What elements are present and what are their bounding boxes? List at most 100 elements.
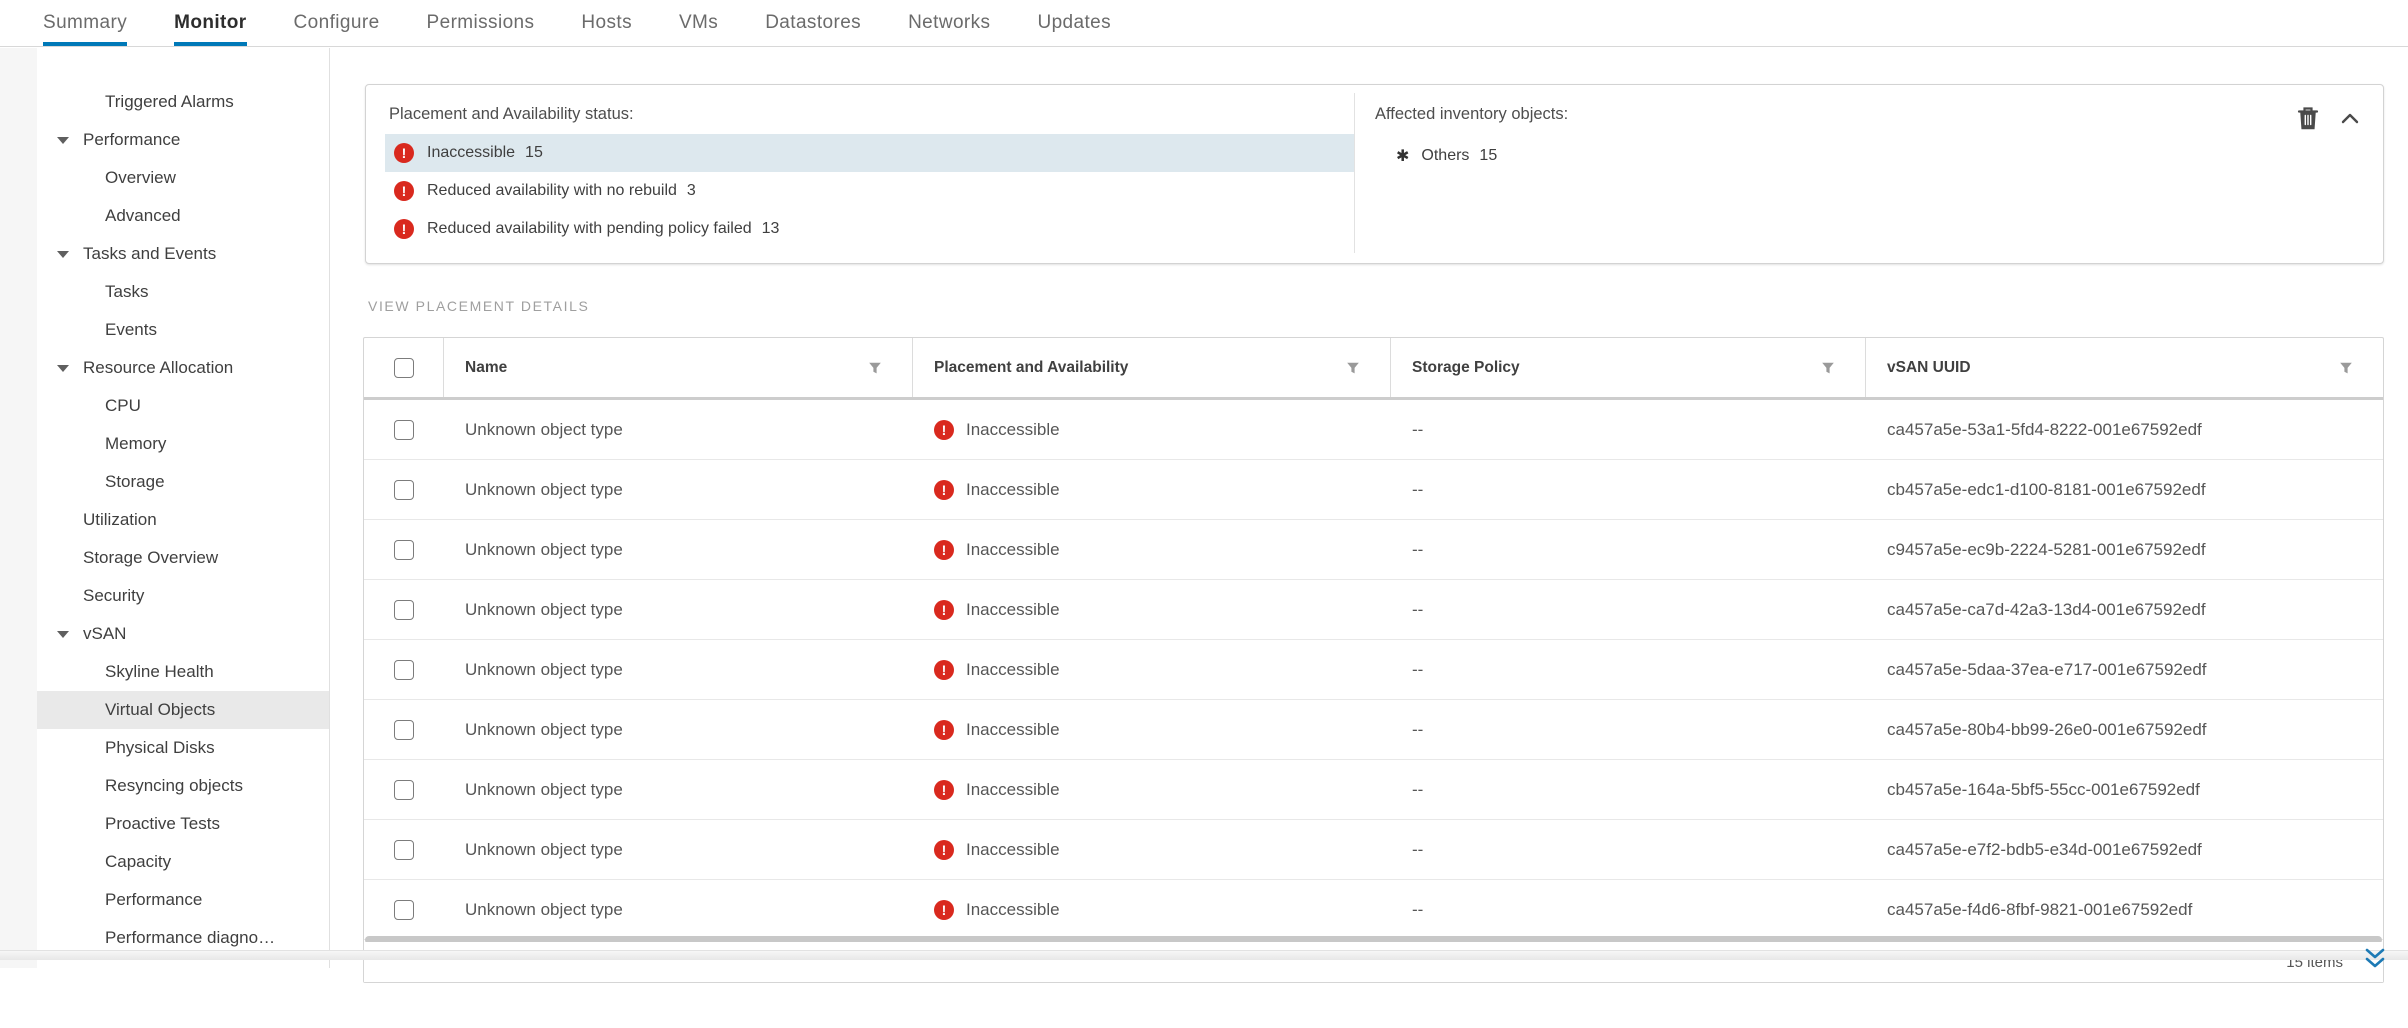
sidebar-item-triggered-alarms[interactable]: Triggered Alarms (37, 83, 329, 121)
table-row[interactable]: Unknown object type!Inaccessible--ca457a… (364, 880, 2383, 940)
cell-placement-availability: ! Inaccessible (913, 400, 1391, 459)
sidebar-item-skyline-health[interactable]: Skyline Health (37, 653, 329, 691)
table-row[interactable]: Unknown object type!Inaccessible--ca457a… (364, 700, 2383, 760)
sidebar-item-security[interactable]: Security (37, 577, 329, 615)
column-header-placement-and-availability: Placement and Availability (913, 338, 1391, 397)
funnel-icon (2339, 361, 2353, 375)
row-checkbox[interactable] (394, 600, 414, 620)
sidebar-item-tasks-and-events[interactable]: Tasks and Events (37, 235, 329, 273)
table-row[interactable]: Unknown object type!Inaccessible--cb457a… (364, 760, 2383, 820)
cell-storage-policy: -- (1391, 460, 1866, 519)
cell-storage-policy: -- (1391, 760, 1866, 819)
cell-vsan-uuid: ca457a5e-ca7d-42a3-13d4-001e67592edf (1866, 580, 2383, 639)
sidebar-item-label: Events (105, 320, 157, 339)
tab-summary[interactable]: Summary (43, 0, 127, 46)
tab-vms[interactable]: VMs (679, 0, 718, 46)
error-icon: ! (934, 540, 954, 560)
row-checkbox[interactable] (394, 480, 414, 500)
select-all-checkbox[interactable] (394, 358, 414, 378)
cell-vsan-uuid: cb457a5e-164a-5bf5-55cc-001e67592edf (1866, 760, 2383, 819)
sidebar-item-capacity[interactable]: Capacity (37, 843, 329, 881)
funnel-icon (1346, 361, 1360, 375)
sidebar-item-label: Storage (105, 472, 165, 491)
sidebar-item-storage[interactable]: Storage (37, 463, 329, 501)
sidebar-gutter (0, 48, 37, 968)
sidebar-item-label: Skyline Health (105, 662, 214, 681)
row-checkbox[interactable] (394, 420, 414, 440)
sidebar-item-performance[interactable]: Performance (37, 881, 329, 919)
tab-hosts[interactable]: Hosts (581, 0, 632, 46)
collapse-panel-button[interactable] (2339, 111, 2361, 127)
error-icon: ! (934, 900, 954, 920)
sidebar-item-events[interactable]: Events (37, 311, 329, 349)
row-checkbox[interactable] (394, 840, 414, 860)
status-row-inaccessible[interactable]: !Inaccessible15 (385, 134, 1354, 172)
sidebar-item-virtual-objects[interactable]: Virtual Objects (37, 691, 329, 729)
error-icon: ! (934, 780, 954, 800)
status-row-reduced-availability-with-pending-policy-failed[interactable]: !Reduced availability with pending polic… (385, 210, 1354, 248)
sidebar-item-overview[interactable]: Overview (37, 159, 329, 197)
panel-divider (1354, 93, 1355, 253)
sidebar-item-label: vSAN (83, 624, 126, 643)
sidebar-item-label: Performance (105, 890, 202, 909)
sidebar-item-label: Storage Overview (83, 548, 218, 567)
caret-down-icon[interactable] (57, 365, 69, 372)
filter-button[interactable] (1821, 361, 1835, 375)
expand-panel-button[interactable] (2362, 946, 2388, 974)
filter-button[interactable] (2339, 361, 2353, 375)
sidebar-item-resyncing-objects[interactable]: Resyncing objects (37, 767, 329, 805)
row-checkbox[interactable] (394, 660, 414, 680)
sidebar-item-memory[interactable]: Memory (37, 425, 329, 463)
tab-datastores[interactable]: Datastores (765, 0, 861, 46)
caret-down-icon[interactable] (57, 631, 69, 638)
filter-button[interactable] (868, 361, 882, 375)
status-text: Inaccessible (966, 840, 1060, 860)
cell-vsan-uuid: ca457a5e-53a1-5fd4-8222-001e67592edf (1866, 400, 2383, 459)
sidebar-item-resource-allocation[interactable]: Resource Allocation (37, 349, 329, 387)
sidebar-item-utilization[interactable]: Utilization (37, 501, 329, 539)
sidebar-item-label: Proactive Tests (105, 814, 220, 833)
sidebar-item-label: Utilization (83, 510, 157, 529)
sidebar-item-performance[interactable]: Performance (37, 121, 329, 159)
status-row-reduced-availability-with-no-rebuild[interactable]: !Reduced availability with no rebuild3 (385, 172, 1354, 210)
affected-label: Others (1421, 147, 1469, 165)
bottom-divider (0, 950, 2408, 960)
cell-placement-availability: !Inaccessible (913, 700, 1391, 759)
row-checkbox[interactable] (394, 720, 414, 740)
error-icon: ! (934, 480, 954, 500)
row-checkbox[interactable] (394, 780, 414, 800)
sidebar-item-storage-overview[interactable]: Storage Overview (37, 539, 329, 577)
cell-name: Unknown object type (444, 400, 913, 459)
sidebar-item-vsan[interactable]: vSAN (37, 615, 329, 653)
sidebar-item-label: Tasks and Events (83, 244, 216, 263)
column-header-label: Name (465, 359, 868, 377)
table-row[interactable]: Unknown object type!Inaccessible--ca457a… (364, 580, 2383, 640)
filter-button[interactable] (1346, 361, 1360, 375)
row-checkbox[interactable] (394, 540, 414, 560)
tab-monitor[interactable]: Monitor (174, 0, 246, 46)
table-row[interactable]: Unknown object type!Inaccessible--ca457a… (364, 640, 2383, 700)
tab-networks[interactable]: Networks (908, 0, 990, 46)
row-checkbox[interactable] (394, 900, 414, 920)
sidebar-item-advanced[interactable]: Advanced (37, 197, 329, 235)
delete-button[interactable] (2295, 105, 2321, 133)
asterisk-icon: ✱ (1396, 146, 1409, 166)
tab-permissions[interactable]: Permissions (427, 0, 535, 46)
caret-down-icon[interactable] (57, 137, 69, 144)
tab-configure[interactable]: Configure (294, 0, 380, 46)
cell-placement-availability: !Inaccessible (913, 640, 1391, 699)
sidebar-item-proactive-tests[interactable]: Proactive Tests (37, 805, 329, 843)
sidebar-item-label: Advanced (105, 206, 181, 225)
sidebar-item-cpu[interactable]: CPU (37, 387, 329, 425)
status-text: Inaccessible (966, 420, 1060, 440)
table-row[interactable]: Unknown object type!Inaccessible--c9457a… (364, 520, 2383, 580)
tab-updates[interactable]: Updates (1037, 0, 1111, 46)
table-row[interactable]: Unknown object type!Inaccessible--cb457a… (364, 460, 2383, 520)
sidebar-item-physical-disks[interactable]: Physical Disks (37, 729, 329, 767)
sidebar-item-tasks[interactable]: Tasks (37, 273, 329, 311)
table-row[interactable]: Unknown object type!Inaccessible--ca457a… (364, 400, 2383, 460)
error-icon: ! (934, 420, 954, 440)
table-row[interactable]: Unknown object type!Inaccessible--ca457a… (364, 820, 2383, 880)
table-header: NamePlacement and AvailabilityStorage Po… (364, 338, 2383, 400)
caret-down-icon[interactable] (57, 251, 69, 258)
